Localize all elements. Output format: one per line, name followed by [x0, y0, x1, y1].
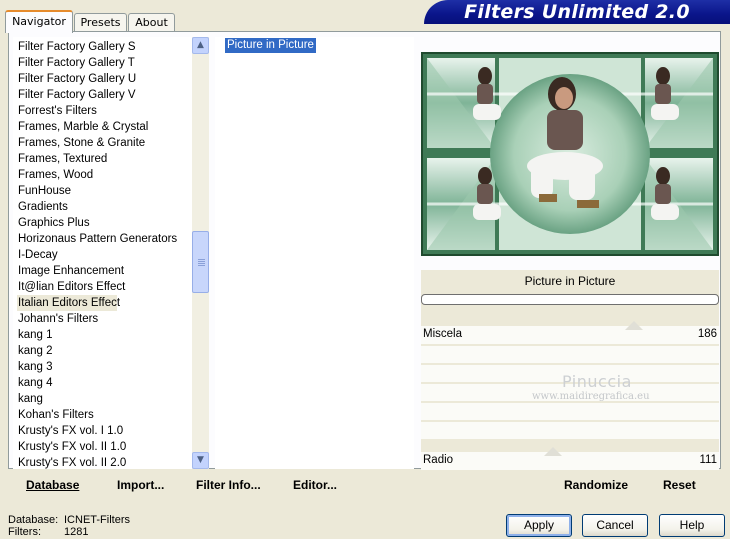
filter-list-item[interactable]: Krusty's FX vol. II 2.0	[18, 455, 126, 469]
filter-category-list[interactable]: Filter Factory Gallery S Filter Factory G…	[13, 37, 209, 469]
filter-list-item[interactable]: I-Decay	[18, 247, 58, 263]
filter-list-item[interactable]: Frames, Textured	[18, 151, 107, 167]
watermark-name: Pinuccia	[562, 372, 632, 391]
filter-info-button[interactable]: Filter Info...	[196, 478, 261, 492]
apply-button[interactable]: Apply	[506, 514, 572, 537]
empty-param-row	[421, 346, 719, 363]
scroll-thumb[interactable]	[192, 231, 209, 293]
filter-list-item[interactable]: kang	[18, 391, 43, 407]
slider-radio[interactable]: Radio 111	[421, 447, 719, 470]
filter-list-item[interactable]: Graphics Plus	[18, 215, 90, 231]
filter-list-item[interactable]: Frames, Wood	[18, 167, 93, 183]
status-database-value: ICNET-Filters	[64, 514, 130, 526]
cancel-button[interactable]: Cancel	[582, 514, 648, 537]
filter-list-item[interactable]: Frames, Marble & Crystal	[18, 119, 148, 135]
empty-param-row	[421, 422, 719, 439]
database-button[interactable]: Database	[26, 478, 79, 492]
import-button[interactable]: Import...	[117, 478, 164, 492]
filter-list-item[interactable]: Krusty's FX vol. I 1.0	[18, 423, 123, 439]
effects-list[interactable]: Picture in Picture	[215, 37, 414, 469]
randomize-button[interactable]: Randomize	[564, 478, 628, 492]
filter-list-item[interactable]: Kohan's Filters	[18, 407, 94, 423]
editor-button[interactable]: Editor...	[293, 478, 337, 492]
empty-param-row	[421, 403, 719, 420]
effect-title: Picture in Picture	[524, 274, 616, 288]
progress-bar	[421, 294, 719, 305]
filter-list-item[interactable]: FunHouse	[18, 183, 71, 199]
scroll-up-button[interactable]: ▲	[192, 37, 209, 54]
filter-list-item-selected[interactable]: Italian Editors Effect	[17, 295, 120, 311]
slider-radio-value: 111	[699, 454, 717, 466]
status-database-label: Database:	[8, 514, 59, 526]
filter-list-item[interactable]: Krusty's FX vol. II 1.0	[18, 439, 126, 455]
filter-list-item[interactable]: Filter Factory Gallery T	[18, 55, 135, 71]
app-banner: Filters Unlimited 2.0	[424, 0, 730, 24]
status-filters-value: 1281	[64, 526, 89, 538]
filter-list-item[interactable]: Horizonaus Pattern Generators	[18, 231, 177, 247]
tab-navigator[interactable]: Navigator	[5, 10, 73, 33]
preview-image	[421, 52, 719, 256]
slider-radio-thumb[interactable]	[544, 447, 562, 456]
filter-list-item[interactable]: Gradients	[18, 199, 68, 215]
filter-list-item[interactable]: Filter Factory Gallery S	[18, 39, 136, 55]
filter-list-item[interactable]: kang 1	[18, 327, 53, 343]
database-button-label: Database	[26, 478, 80, 492]
effect-item-selected[interactable]: Picture in Picture	[225, 38, 316, 53]
filter-list-item[interactable]: Filter Factory Gallery V	[18, 87, 136, 103]
filter-list-item[interactable]: Frames, Stone & Granite	[18, 135, 145, 151]
slider-miscela[interactable]: Miscela 186	[421, 321, 719, 344]
reset-button[interactable]: Reset	[663, 478, 696, 492]
filter-list-item[interactable]: Image Enhancement	[18, 263, 124, 279]
filter-list-item[interactable]: Forrest's Filters	[18, 103, 97, 119]
slider-radio-label: Radio	[423, 454, 454, 466]
filter-list-item[interactable]: Filter Factory Gallery U	[18, 71, 136, 87]
status-filters-label: Filters:	[8, 526, 41, 538]
slider-miscela-thumb[interactable]	[625, 321, 643, 330]
watermark-site: www.maidiregrafica.eu	[532, 391, 650, 402]
filter-list-item[interactable]: kang 3	[18, 359, 53, 375]
parameter-panel: Picture in Picture Miscela 186 Pinuccia …	[421, 270, 719, 470]
filter-list-item[interactable]: It@lian Editors Effect	[18, 279, 125, 295]
filter-list-item[interactable]: Johann's Filters	[18, 311, 98, 327]
help-button[interactable]: Help	[659, 514, 725, 537]
filter-list-item[interactable]: kang 2	[18, 343, 53, 359]
tab-about[interactable]: About	[128, 13, 175, 32]
slider-miscela-label: Miscela	[423, 328, 462, 340]
filter-list-scrollbar[interactable]: ▲ ▼	[192, 37, 209, 469]
filter-list-item[interactable]: kang 4	[18, 375, 53, 391]
tab-presets[interactable]: Presets	[74, 13, 127, 32]
slider-miscela-value: 186	[697, 328, 717, 340]
preview-picture	[423, 54, 717, 254]
scroll-down-button[interactable]: ▼	[192, 452, 209, 469]
